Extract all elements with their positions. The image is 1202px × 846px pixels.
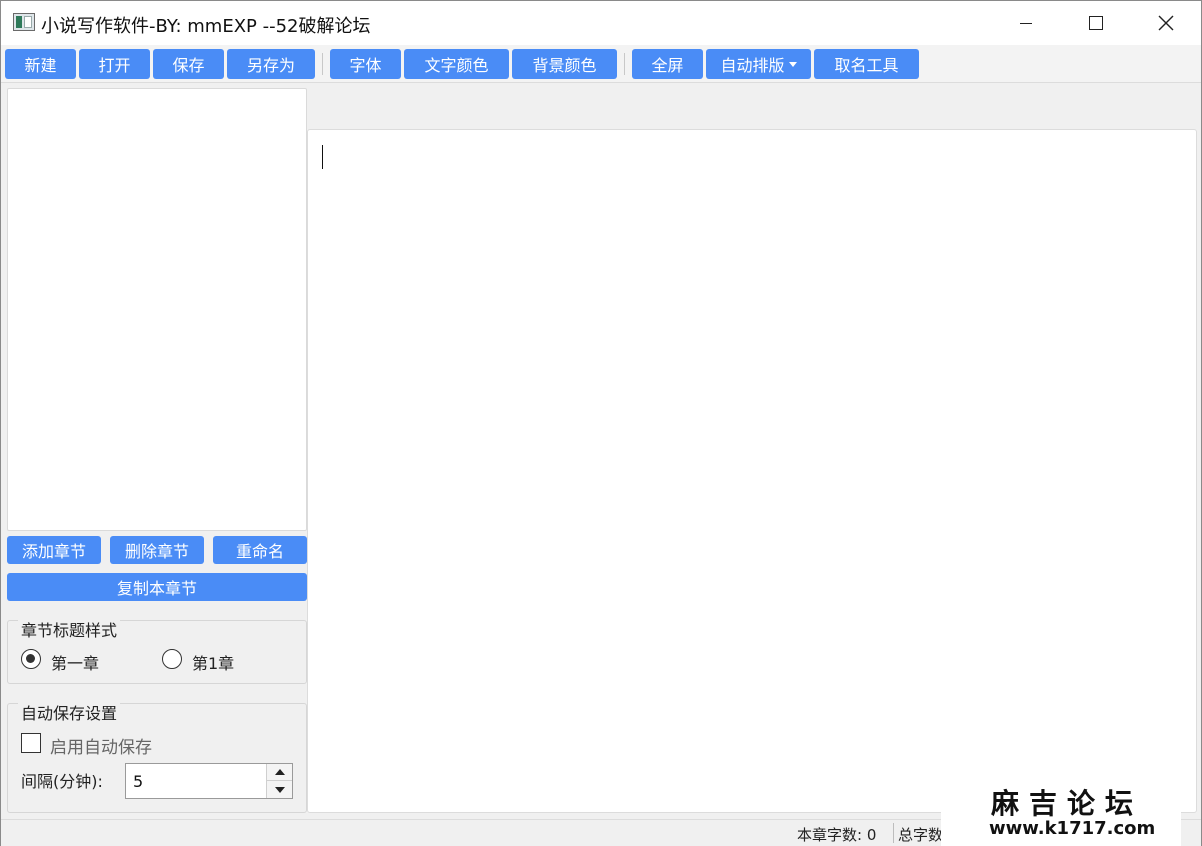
chapter-word-count: 本章字数: 0 [797,826,877,844]
interval-label: 间隔(分钟): [21,772,103,791]
title-style-heading: 章节标题样式 [18,617,121,641]
interval-value: 5 [133,772,144,791]
window-title: 小说写作软件-BY: mmEXP --52破解论坛 [41,16,371,37]
arrow-up-icon [274,769,285,775]
minimize-icon [1020,22,1032,24]
enable-autosave-label: 启用自动保存 [50,738,152,758]
delete-chapter-button[interactable]: 删除章节 [110,536,204,564]
radio-arabic-numeral-label: 第1章 [192,654,235,673]
chapter-list[interactable] [7,88,307,531]
font-button[interactable]: 字体 [330,49,401,79]
minimize-button[interactable] [991,1,1061,45]
stepper-up-button[interactable] [267,764,292,781]
enable-autosave-checkbox[interactable] [21,733,41,753]
new-button[interactable]: 新建 [5,49,76,79]
status-separator [893,823,894,843]
radio-arabic-numeral[interactable] [162,649,182,669]
chevron-down-icon [788,61,797,67]
rename-button[interactable]: 重命名 [213,536,307,564]
text-cursor [322,145,323,169]
watermark-url: www.k1717.com [989,818,1156,839]
autosave-heading: 自动保存设置 [18,700,121,724]
stepper-down-button[interactable] [267,781,292,798]
save-button[interactable]: 保存 [153,49,224,79]
radio-chinese-numeral[interactable] [21,649,41,669]
title-style-group: 章节标题样式 第一章 第1章 [7,617,307,684]
toolbar-separator [322,53,323,75]
open-button[interactable]: 打开 [79,49,150,79]
title-bar: 小说写作软件-BY: mmEXP --52破解论坛 [1,1,1201,45]
fullscreen-button[interactable]: 全屏 [632,49,703,79]
maximize-button[interactable] [1061,1,1131,45]
close-button[interactable] [1131,1,1201,45]
watermark: 麻吉论坛 www.k1717.com [941,778,1181,846]
text-color-button[interactable]: 文字颜色 [404,49,509,79]
app-icon [13,13,35,31]
add-chapter-button[interactable]: 添加章节 [7,536,101,564]
naming-tool-button[interactable]: 取名工具 [814,49,919,79]
auto-format-label: 自动排版 [720,56,785,75]
total-word-count: 总字数 [898,826,944,844]
watermark-title: 麻吉论坛 [991,787,1144,820]
background-color-button[interactable]: 背景颜色 [512,49,617,79]
stepper-buttons [266,764,292,798]
close-icon [1158,15,1174,31]
toolbar: 新建 打开 保存 另存为 字体 文字颜色 背景颜色 全屏 自动排版 取名工具 [1,45,1201,83]
text-editor[interactable] [307,129,1197,813]
arrow-down-icon [274,786,285,793]
radio-chinese-numeral-label: 第一章 [51,654,100,673]
app-window: 小说写作软件-BY: mmEXP --52破解论坛 新建 打开 保存 另存为 字… [0,0,1202,846]
save-as-button[interactable]: 另存为 [227,49,315,79]
auto-format-dropdown[interactable]: 自动排版 [706,49,811,79]
copy-chapter-button[interactable]: 复制本章节 [7,573,307,601]
maximize-icon [1089,16,1103,30]
interval-stepper[interactable]: 5 [125,763,293,799]
toolbar-separator [624,53,625,75]
autosave-group: 自动保存设置 启用自动保存 间隔(分钟): 5 [7,700,307,813]
